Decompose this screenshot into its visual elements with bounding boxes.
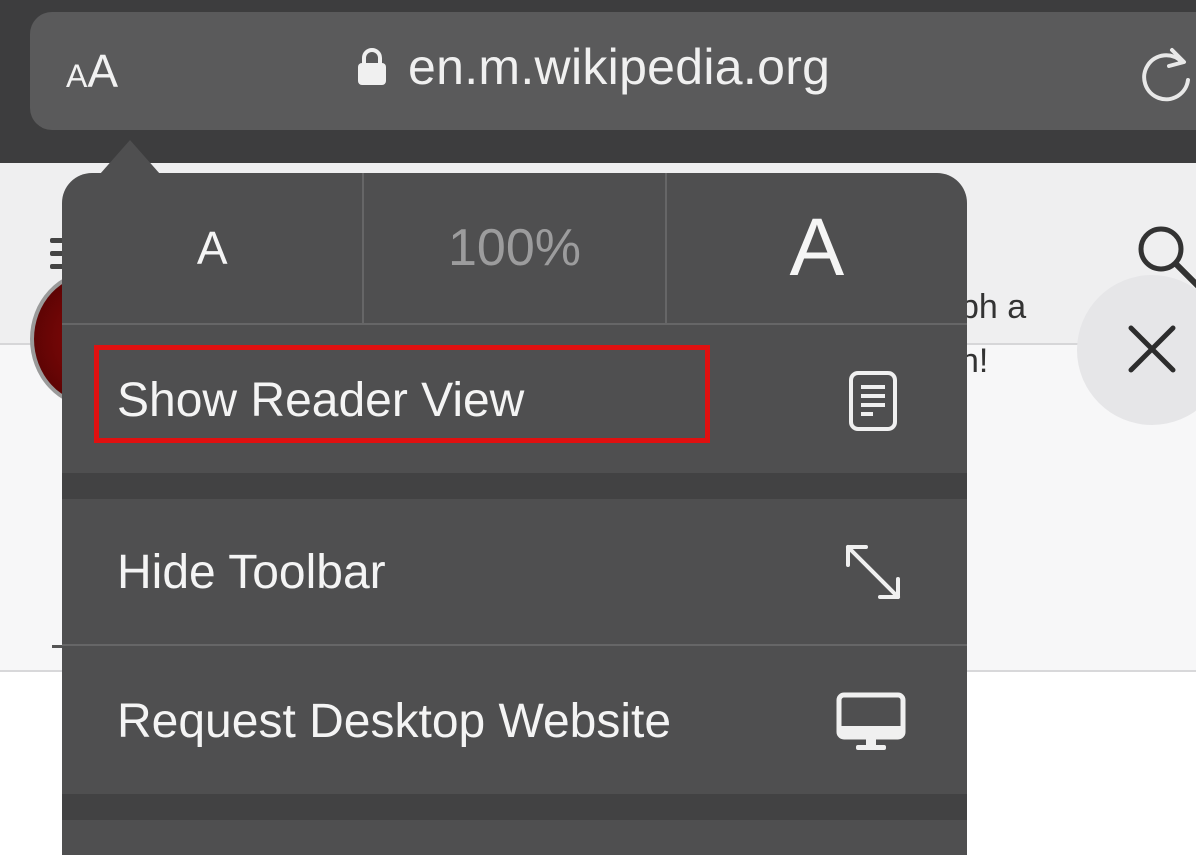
zoom-level[interactable]: 100% xyxy=(364,173,667,323)
font-size-controls: A 100% A xyxy=(62,173,967,325)
banner-text-line: ph a xyxy=(960,288,1027,326)
banner-text-line: h! xyxy=(960,342,989,380)
menu-section-separator xyxy=(62,473,967,499)
menu-item-hide-toolbar[interactable]: Hide Toolbar xyxy=(62,499,967,646)
desktop-monitor-icon xyxy=(836,692,906,750)
decrease-font-button[interactable]: A xyxy=(62,173,365,323)
expand-arrows-icon xyxy=(846,545,900,599)
url-display[interactable]: en.m.wikipedia.org xyxy=(356,38,830,96)
browser-toolbar: A A en.m.wikipedia.org xyxy=(0,0,1196,163)
menu-item-request-desktop-website[interactable]: Request Desktop Website xyxy=(62,646,967,794)
menu-section-separator xyxy=(62,794,967,820)
popover-arrow xyxy=(100,140,160,174)
menu-item-label: Show Reader View xyxy=(117,374,525,427)
reload-icon[interactable] xyxy=(1138,44,1194,104)
increase-font-button[interactable]: A xyxy=(667,173,967,323)
url-text: en.m.wikipedia.org xyxy=(408,39,831,95)
close-icon[interactable] xyxy=(1125,322,1179,376)
menu-item-label: Request Desktop Website xyxy=(117,695,672,748)
menu-item-show-reader-view[interactable]: Show Reader View xyxy=(62,325,967,473)
text-size-small-a: A xyxy=(66,58,88,94)
banner-text: ph a h! xyxy=(960,280,1060,388)
text-size-button[interactable]: A A xyxy=(66,44,118,98)
reader-view-icon xyxy=(849,371,897,431)
lock-icon xyxy=(358,48,386,85)
menu-item-label: Hide Toolbar xyxy=(117,546,386,599)
page-settings-menu: A 100% A Show Reader View Hide Toolbar R… xyxy=(62,173,967,855)
text-size-big-a: A xyxy=(87,45,119,97)
decrease-font-label: A xyxy=(196,222,228,274)
increase-font-label: A xyxy=(789,202,845,293)
zoom-level-label: 100% xyxy=(447,219,581,277)
menu-item-partial[interactable] xyxy=(62,820,967,855)
